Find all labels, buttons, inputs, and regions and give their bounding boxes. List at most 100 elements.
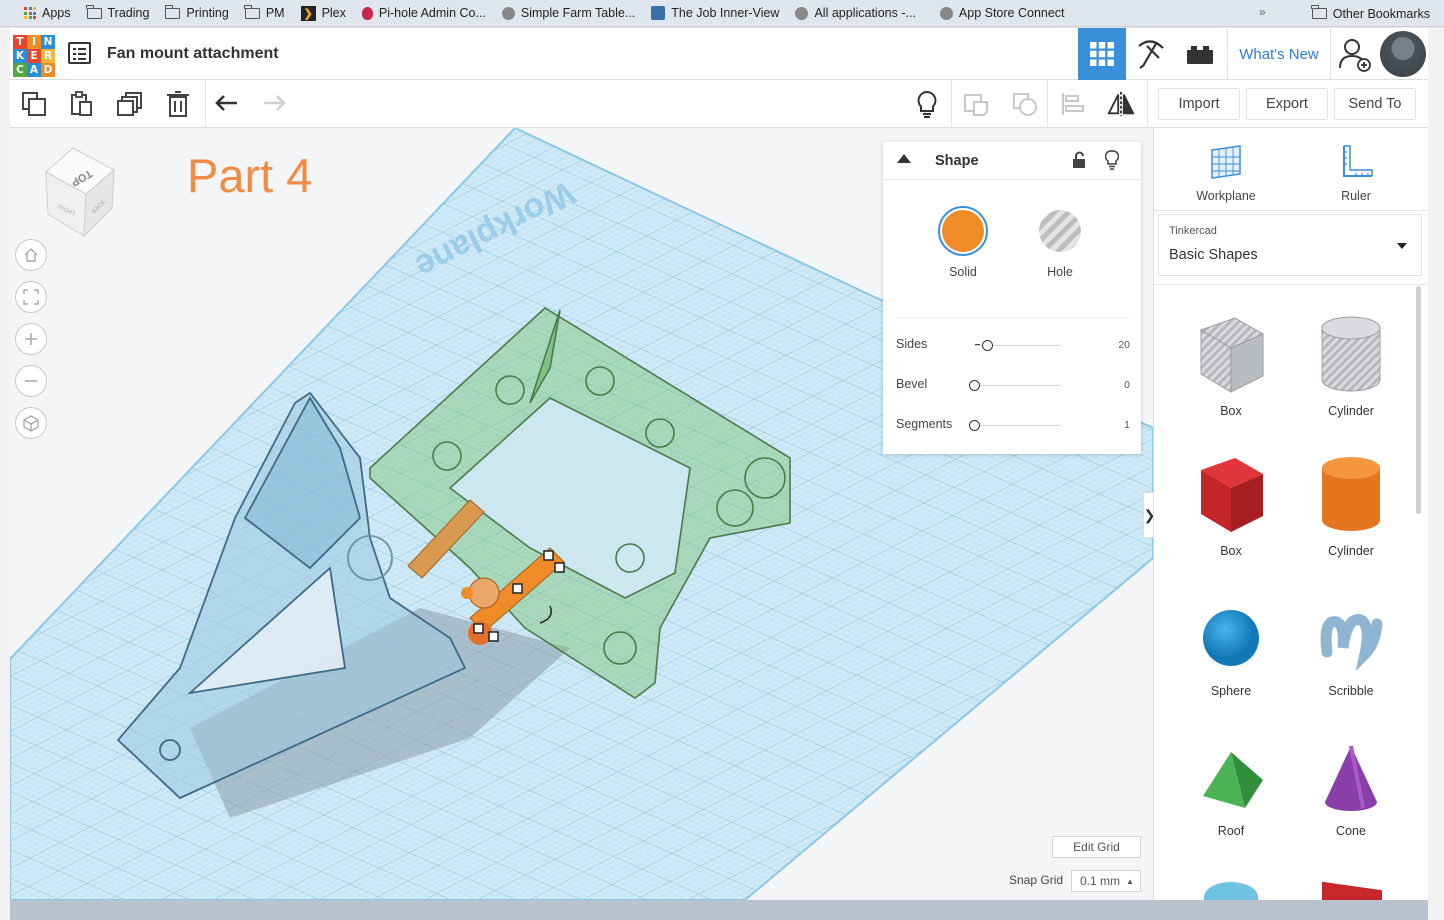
copy-icon — [22, 92, 46, 116]
tinkercad-logo[interactable]: TINKERCAD — [13, 35, 55, 77]
fit-view-button[interactable] — [15, 281, 47, 313]
bookmark-app-store-connect[interactable]: App Store Connect — [932, 0, 1073, 27]
bricks-view-button[interactable] — [1176, 28, 1224, 80]
ruler-tool[interactable]: Ruler — [1311, 142, 1401, 203]
home-icon — [24, 248, 38, 262]
property-slider[interactable] — [975, 385, 1061, 386]
bookmark-label: Apps — [42, 6, 71, 20]
logo-letter: K — [13, 49, 27, 63]
property-value[interactable]: 0 — [1124, 379, 1130, 391]
minecraft-view-button[interactable] — [1127, 28, 1175, 80]
shape-label: Cone — [1336, 824, 1366, 838]
roof-green-icon — [1171, 720, 1291, 818]
redo-button[interactable] — [260, 90, 288, 118]
shape-peek-icon[interactable] — [1322, 881, 1382, 900]
property-slider[interactable] — [975, 425, 1061, 426]
grid-view-icon — [1090, 42, 1114, 66]
logo-letter: C — [13, 63, 27, 77]
zoom-in-button[interactable] — [15, 323, 47, 355]
whats-new-link[interactable]: What's New — [1227, 28, 1331, 80]
other-bookmarks-label: Other Bookmarks — [1332, 6, 1430, 21]
ungroup-button[interactable] — [1011, 90, 1039, 118]
bookmark-job-innerview[interactable]: The Job Inner-View — [643, 0, 787, 27]
cylinder-hole-icon — [1291, 300, 1411, 398]
bookmark-all-applications[interactable]: All applications -... — [787, 0, 923, 27]
zoom-out-button[interactable] — [15, 365, 47, 397]
group-button[interactable] — [962, 90, 990, 118]
inspector-divider — [895, 317, 1129, 318]
shape-roof-green[interactable]: Roof — [1171, 720, 1291, 838]
align-button[interactable] — [1059, 90, 1087, 118]
lock-icon[interactable] — [1071, 151, 1087, 169]
other-bookmarks[interactable]: Other Bookmarks — [1311, 0, 1430, 27]
shape-label: Box — [1220, 544, 1242, 558]
apps-grid-icon — [24, 7, 36, 19]
bookmark-printing[interactable]: Printing — [157, 0, 236, 27]
shape-cone-purple[interactable]: Cone — [1291, 720, 1411, 838]
visibility-bulb-icon[interactable] — [1105, 150, 1119, 170]
shape-cylinder-hole[interactable]: Cylinder — [1291, 300, 1411, 418]
edit-toolbar: Import Export Send To — [10, 80, 1428, 128]
collapse-panel-button[interactable]: ❯ — [1143, 492, 1153, 538]
bookmark-pihole[interactable]: Pi-hole Admin Co... — [354, 0, 494, 27]
show-all-button[interactable] — [913, 90, 941, 118]
plex-icon: ❯ — [300, 5, 316, 21]
collapse-inspector-icon[interactable] — [897, 154, 911, 163]
globe-icon — [501, 6, 515, 20]
shape-sphere-blue[interactable]: Sphere — [1171, 580, 1291, 698]
shape-box-hole[interactable]: Box — [1171, 300, 1291, 418]
shape-library-select[interactable]: Tinkercad Basic Shapes — [1158, 214, 1422, 276]
group-icon — [964, 94, 988, 116]
slider-knob[interactable] — [969, 380, 980, 391]
toolbar-divider — [205, 80, 206, 128]
send-to-button[interactable]: Send To — [1334, 88, 1416, 120]
shape-box-red[interactable]: Box — [1171, 440, 1291, 558]
user-avatar[interactable] — [1379, 28, 1427, 80]
logo-letter: R — [41, 49, 55, 63]
duplicate-icon — [117, 92, 142, 116]
design-title[interactable]: Fan mount attachment — [107, 45, 279, 63]
solid-option[interactable]: Solid — [938, 206, 988, 279]
trash-icon — [167, 91, 189, 117]
bookmark-farm-table[interactable]: Simple Farm Table... — [494, 0, 643, 27]
delete-button[interactable] — [164, 90, 192, 118]
copy-button[interactable] — [20, 90, 48, 118]
solid-swatch — [938, 206, 988, 256]
home-view-button[interactable] — [15, 239, 47, 271]
slider-min-marker — [975, 344, 980, 345]
bookmark-label: App Store Connect — [958, 6, 1065, 20]
shape-peek-icon[interactable] — [1204, 882, 1258, 900]
bookmark-apps[interactable]: Apps — [16, 0, 79, 27]
mirror-button[interactable] — [1107, 90, 1135, 118]
add-user-button[interactable] — [1332, 28, 1378, 80]
bookmark-pm[interactable]: PM — [237, 0, 293, 27]
shape-cylinder-orange[interactable]: Cylinder — [1291, 440, 1411, 558]
duplicate-button[interactable] — [116, 90, 144, 118]
bookmarks-overflow-button[interactable]: » — [1259, 5, 1266, 19]
avatar-icon — [1380, 31, 1426, 77]
undo-button[interactable] — [213, 90, 241, 118]
slider-knob[interactable] — [981, 340, 993, 351]
snap-grid-select[interactable]: 0.1 mm ▲ — [1071, 870, 1141, 892]
view-cube[interactable]: TOP RIGHT BACK — [28, 142, 118, 238]
cube-perspective-icon — [23, 415, 39, 432]
perspective-button[interactable] — [15, 407, 47, 439]
shapes-scrollbar[interactable] — [1416, 286, 1421, 514]
workplane-tool[interactable]: Workplane — [1181, 142, 1271, 203]
bookmark-plex[interactable]: ❯ Plex — [293, 0, 354, 27]
logo-letter: T — [13, 35, 27, 49]
hole-option[interactable]: Hole — [1035, 206, 1085, 279]
shape-scribble[interactable]: Scribble — [1291, 580, 1411, 698]
paste-button[interactable] — [67, 90, 95, 118]
property-value[interactable]: 1 — [1124, 419, 1130, 431]
edit-grid-button[interactable]: Edit Grid — [1052, 836, 1141, 858]
import-button[interactable]: Import — [1158, 88, 1240, 120]
3d-view-button[interactable] — [1078, 28, 1126, 80]
export-button[interactable]: Export — [1246, 88, 1328, 120]
workplane-icon — [1211, 145, 1241, 179]
bookmark-label: Trading — [107, 6, 150, 20]
property-value[interactable]: 20 — [1118, 339, 1130, 351]
design-list-icon[interactable] — [68, 42, 91, 64]
slider-knob[interactable] — [969, 420, 980, 431]
bookmark-trading[interactable]: Trading — [79, 0, 158, 27]
